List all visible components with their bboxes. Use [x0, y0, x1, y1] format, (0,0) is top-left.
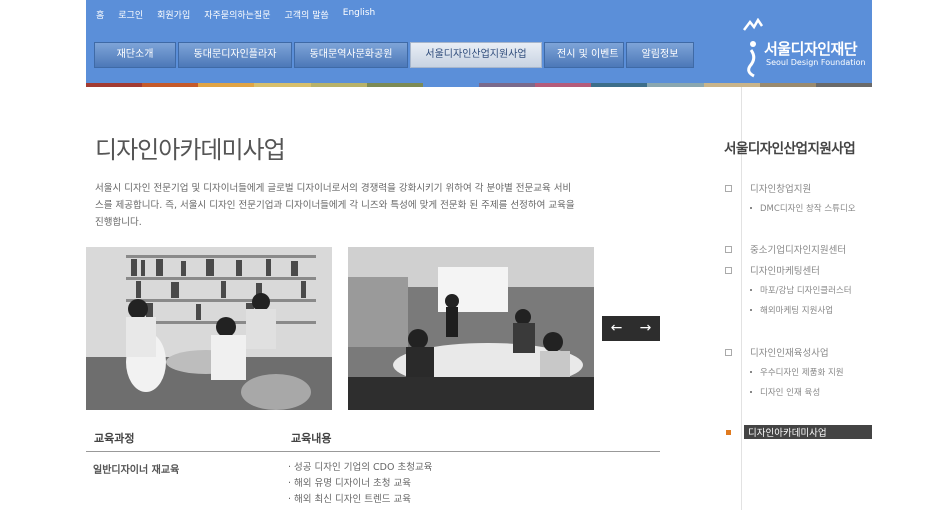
content-item: · 해외 최신 디자인 트렌드 교육	[288, 494, 411, 505]
util-voice-link[interactable]: 고객의 말씀	[285, 8, 329, 21]
sidebar-item-label: 디자인마케팅센터	[750, 266, 820, 277]
color-bar-segment	[310, 83, 367, 87]
sidebar-item-label: 중소기업디자인지원센터	[750, 245, 847, 256]
active-marker-icon	[726, 430, 731, 435]
color-bar-segment	[703, 83, 760, 87]
header-content: 교육내용	[291, 432, 332, 445]
util-join-link[interactable]: 회원가입	[157, 8, 190, 21]
header: 홈 로그인 회원가입 자주묻의하는질문 고객의 말씀 English 재단소개 …	[86, 0, 872, 83]
content-item: · 해외 유명 디자이너 초청 교육	[288, 478, 411, 489]
tab-design-industry[interactable]: 서울디자인산업지원사업	[410, 42, 542, 68]
color-bar-segment	[86, 83, 143, 87]
academy-photo-1	[86, 247, 332, 410]
foundation-logo[interactable]: 서울디자인재단 Seoul Design Foundation	[742, 0, 872, 83]
square-bullet-icon	[725, 245, 732, 253]
header-course: 교육과정	[94, 432, 135, 445]
color-bar-segment	[198, 83, 255, 87]
sidebar-sub-dmc[interactable]: DMC디자인 창작 스튜디오	[750, 202, 856, 214]
util-login-link[interactable]: 로그인	[118, 8, 143, 21]
sidebar-sub-label: 해외마케팅 지원사업	[760, 306, 834, 316]
dot-bullet-icon	[750, 289, 752, 291]
academy-photo-2	[348, 247, 594, 410]
sidebar-sub-cluster[interactable]: 마포/강남 디자인클러스터	[750, 284, 852, 296]
sidebar-item-startup[interactable]: 디자인창업지원	[722, 181, 811, 195]
page-title: 디자인아카데미사업	[95, 136, 286, 164]
slider-controls: ← →	[602, 316, 660, 341]
sidebar-sub-product[interactable]: 우수디자인 제품화 지원	[750, 366, 844, 378]
sidebar-sub-overseas[interactable]: 해외마케팅 지원사업	[750, 304, 833, 316]
tab-history-park[interactable]: 동대문역사문화공원	[294, 42, 408, 68]
sidebar-title: 서울디자인산업지원사업	[724, 141, 856, 157]
course-name: 일반디자이너 재교육	[93, 465, 180, 476]
util-faq-link[interactable]: 자주묻의하는질문	[204, 8, 270, 21]
sidebar-sub-label: DMC디자인 창작 스튜디오	[760, 204, 856, 214]
color-bar-segment	[142, 83, 199, 87]
sidebar-item-academy[interactable]: 디자인아카데미사업	[744, 425, 872, 439]
color-bar-segment	[759, 83, 816, 87]
logo-name: 서울디자인재단	[764, 40, 858, 58]
color-bar-segment	[478, 83, 536, 87]
course-contents: · 성공 디자인 기업의 CDO 초청교육 · 해외 유명 디자이너 초청 교육…	[288, 460, 432, 508]
dot-bullet-icon	[750, 391, 752, 393]
color-bar-segment	[535, 83, 592, 87]
color-bar-segment	[422, 83, 479, 87]
logo-english: Seoul Design Foundation	[766, 58, 866, 67]
dot-bullet-icon	[750, 309, 752, 311]
color-bar-segment	[591, 83, 648, 87]
tab-exhibition[interactable]: 전시 및 이벤트	[544, 42, 624, 68]
color-bar-segment	[647, 83, 704, 87]
util-home-link[interactable]: 홈	[96, 8, 104, 21]
tab-notice[interactable]: 알림정보	[626, 42, 694, 68]
intro-text: 서울시 디자인 전문기업 및 디자이너들에게 글로벌 디자이너로서의 경쟁력을 …	[95, 183, 575, 228]
util-english-link[interactable]: English	[343, 8, 376, 21]
curriculum-table-header: 교육과정 교육내용	[86, 424, 660, 452]
sidebar-sub-talent[interactable]: 디자인 인재 육성	[750, 386, 820, 398]
content-item: · 성공 디자인 기업의 CDO 초청교육	[288, 462, 433, 473]
square-bullet-icon	[725, 348, 732, 356]
tab-ddp[interactable]: 동대문디자인플라자	[178, 42, 292, 68]
color-bar-segment	[366, 83, 423, 87]
next-arrow-icon[interactable]: →	[631, 316, 660, 341]
sidebar-sub-label: 우수디자인 제품화 지원	[760, 368, 844, 378]
color-bar-segment	[815, 83, 872, 87]
sidebar-item-label: 디자인창업지원	[750, 184, 812, 195]
square-bullet-icon	[725, 266, 732, 274]
sidebar-item-label: 디자인인재육성사업	[750, 348, 829, 359]
tab-foundation[interactable]: 재단소개	[94, 42, 176, 68]
sidebar-sub-label: 디자인 인재 육성	[760, 388, 821, 398]
color-bar-segment	[254, 83, 311, 87]
square-bullet-icon	[725, 184, 732, 192]
dot-bullet-icon	[750, 371, 752, 373]
utility-nav: 홈 로그인 회원가입 자주묻의하는질문 고객의 말씀 English	[96, 8, 375, 21]
logo-mark-icon	[743, 18, 764, 78]
sidebar-sub-label: 마포/강남 디자인클러스터	[760, 286, 852, 296]
color-bar	[86, 83, 872, 87]
dot-bullet-icon	[750, 207, 752, 209]
global-nav: 재단소개 동대문디자인플라자 동대문역사문화공원 서울디자인산업지원사업 전시 …	[94, 42, 694, 68]
sidebar-item-sme-center[interactable]: 중소기업디자인지원센터	[722, 242, 846, 256]
sidebar-item-marketing[interactable]: 디자인마케팅센터	[722, 263, 820, 277]
sidebar-item-talent[interactable]: 디자인인재육성사업	[722, 345, 829, 359]
prev-arrow-icon[interactable]: ←	[602, 316, 631, 341]
